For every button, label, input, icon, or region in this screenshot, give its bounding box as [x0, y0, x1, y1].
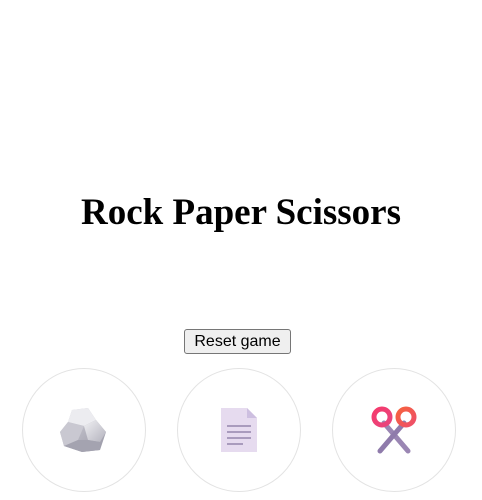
reset-game-button[interactable]: Reset game [184, 329, 291, 354]
choice-rock-button[interactable] [22, 368, 146, 492]
rock-icon [58, 406, 110, 454]
choice-paper-button[interactable] [177, 368, 301, 492]
paper-icon [219, 406, 259, 454]
scissors-icon [368, 405, 420, 455]
page-title: Rock Paper Scissors [81, 192, 401, 233]
choice-scissors-button[interactable] [332, 368, 456, 492]
